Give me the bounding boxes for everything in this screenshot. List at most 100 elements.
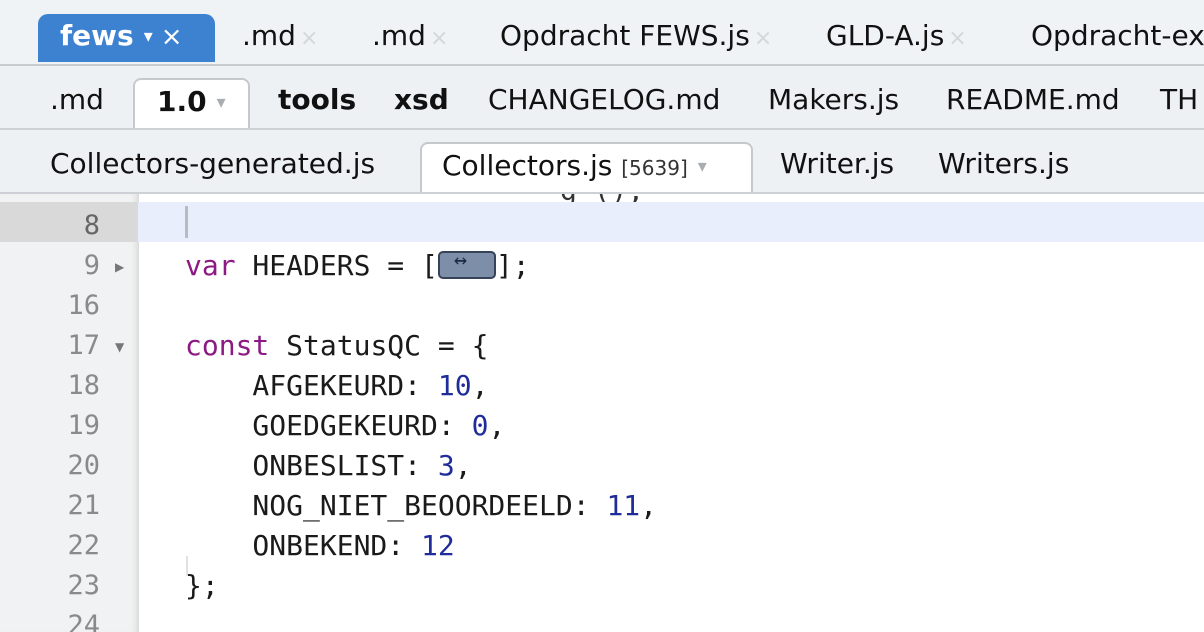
- code-text: NOG_NIET_BEOORDEELD: 11,: [185, 489, 657, 522]
- line-number: 18: [67, 370, 100, 401]
- number-literal: 10: [437, 369, 472, 402]
- tab-th[interactable]: TH: [1160, 86, 1198, 114]
- tab-label: README.md: [946, 83, 1120, 116]
- keyword: const: [185, 329, 270, 362]
- tab-bar-top: fews ▾ × .md × .md × Opdracht FEWS.js × GLD-A…: [0, 0, 1204, 66]
- code-text: };: [185, 569, 219, 602]
- punctuation: ,: [471, 369, 489, 402]
- line-number: 19: [67, 410, 100, 441]
- number-literal: 0: [471, 409, 489, 442]
- object-key: ONBEKEND:: [185, 529, 422, 562]
- tab-label: Writers.js: [938, 147, 1070, 180]
- tab-md-1[interactable]: .md ×: [242, 22, 318, 50]
- tab-opdracht-fews[interactable]: Opdracht FEWS.js ×: [500, 22, 772, 50]
- tab-writers[interactable]: Writers.js: [938, 150, 1069, 178]
- tab-label: Opdracht-ex: [1031, 19, 1204, 52]
- line-number: 20: [67, 450, 100, 481]
- code-text: var HEADERS = [];: [185, 248, 530, 282]
- code-text: ONBESLIST: 3,: [185, 449, 472, 482]
- line-number: 21: [67, 490, 100, 521]
- fold-expand-icon[interactable]: ▶: [115, 260, 124, 274]
- tab-version-1-0[interactable]: 1.0 ▾: [133, 78, 250, 128]
- line-number: 22: [67, 530, 100, 561]
- punctuation: ,: [488, 409, 506, 442]
- folded-code-icon[interactable]: [437, 248, 496, 279]
- object-key: ONBESLIST:: [185, 449, 438, 482]
- punctuation: ,: [454, 449, 472, 482]
- tab-fews[interactable]: fews ▾ ×: [38, 14, 215, 62]
- code-line[interactable]: 9 ▶ var HEADERS = [];: [0, 242, 1204, 282]
- tab-writer[interactable]: Writer.js: [780, 150, 894, 178]
- close-icon[interactable]: ×: [754, 26, 772, 51]
- tab-label: GLD-A.js: [826, 19, 945, 52]
- tab-label: Collectors.js: [442, 149, 613, 182]
- line-number: 24: [67, 610, 100, 632]
- code-segment: ];: [495, 249, 530, 282]
- code-line[interactable]: 23 };: [0, 562, 1204, 602]
- number-literal: 11: [606, 489, 641, 522]
- line-number: 9: [83, 250, 100, 281]
- tab-label: 1.0: [157, 85, 207, 118]
- tab-label: .md: [372, 19, 426, 52]
- code-text: AFGEKEURD: 10,: [185, 369, 488, 402]
- close-icon[interactable]: ×: [300, 26, 318, 51]
- tab-collectors[interactable]: Collectors.js [5639] ▾: [420, 142, 753, 192]
- chevron-down-icon[interactable]: ▾: [144, 26, 153, 47]
- tab-collectors-generated[interactable]: Collectors-generated.js: [50, 150, 375, 178]
- tab-tools[interactable]: tools: [278, 86, 356, 114]
- tab-bar-files: Collectors-generated.js Collectors.js [5…: [0, 130, 1204, 194]
- code-segment: StatusQC = {: [269, 329, 489, 362]
- tab-changelog[interactable]: CHANGELOG.md: [488, 86, 720, 114]
- tab-label: Makers.js: [768, 83, 900, 116]
- line-number: 8: [83, 210, 100, 241]
- number-literal: 3: [437, 449, 455, 482]
- tab-label: tools: [278, 83, 357, 116]
- tab-label: CHANGELOG.md: [488, 83, 721, 116]
- chevron-down-icon[interactable]: ▾: [698, 156, 707, 177]
- fold-collapse-icon[interactable]: ▼: [115, 340, 124, 354]
- line-number: 23: [67, 570, 100, 601]
- code-text: const StatusQC = {: [185, 329, 488, 362]
- tab-label: fews: [60, 19, 134, 52]
- tab-label: xsd: [394, 83, 449, 116]
- close-icon[interactable]: ×: [430, 26, 448, 51]
- object-key: NOG_NIET_BEOORDEELD:: [185, 489, 607, 522]
- code-line[interactable]: 19 GOEDGEKEURD: 0,: [0, 402, 1204, 442]
- tab-label: .md: [50, 83, 104, 116]
- close-icon[interactable]: ×: [948, 26, 966, 51]
- line-number: 16: [67, 290, 100, 321]
- number-literal: 12: [421, 529, 455, 562]
- object-key: GOEDGEKEURD:: [185, 409, 472, 442]
- tab-readme[interactable]: README.md: [946, 86, 1120, 114]
- tab-label: Opdracht FEWS.js: [500, 19, 750, 52]
- code-line[interactable]: 22 ONBEKEND: 12: [0, 522, 1204, 562]
- tab-md-2[interactable]: .md ×: [372, 22, 448, 50]
- tab-label: Writer.js: [780, 147, 895, 180]
- code-line[interactable]: 21 NOG_NIET_BEOORDEELD: 11,: [0, 482, 1204, 522]
- char-count-badge: [5639]: [621, 156, 688, 180]
- tab-makers[interactable]: Makers.js: [768, 86, 899, 114]
- chevron-down-icon[interactable]: ▾: [217, 92, 226, 113]
- code-line[interactable]: 17 ▼ const StatusQC = {: [0, 322, 1204, 362]
- code-line[interactable]: 18 AFGEKEURD: 10,: [0, 362, 1204, 402]
- tab-gld-a[interactable]: GLD-A.js ×: [826, 22, 967, 50]
- code-line-current[interactable]: 8: [0, 202, 1204, 242]
- keyword: var: [185, 249, 236, 282]
- code-line[interactable]: 20 ONBESLIST: 3,: [0, 442, 1204, 482]
- punctuation: ,: [640, 489, 658, 522]
- text-cursor: [185, 206, 188, 238]
- code-segment: HEADERS = [: [235, 249, 438, 282]
- tab-label: .md: [242, 19, 296, 52]
- code-editor[interactable]: g (); 8 9 ▶ var HEADERS = []; 16 17 ▼ co…: [0, 194, 1204, 632]
- tab-md[interactable]: .md: [50, 86, 104, 114]
- tab-xsd[interactable]: xsd: [394, 86, 449, 114]
- tab-label: TH: [1160, 83, 1199, 116]
- code-line[interactable]: 16: [0, 282, 1204, 322]
- tab-label: Collectors-generated.js: [50, 147, 376, 180]
- code-text: ONBEKEND: 12: [185, 529, 455, 562]
- code-line[interactable]: 24: [0, 602, 1204, 632]
- tab-bar-folders: .md 1.0 ▾ tools xsd CHANGELOG.md Makers.j…: [0, 66, 1204, 130]
- object-key: AFGEKEURD:: [185, 369, 438, 402]
- tab-opdracht-ex[interactable]: Opdracht-ex: [1031, 22, 1204, 50]
- close-icon[interactable]: ×: [161, 22, 183, 52]
